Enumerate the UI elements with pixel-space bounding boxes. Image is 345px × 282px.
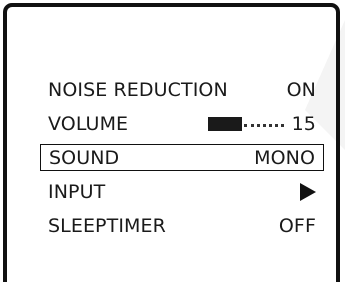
menu-item-value: ON bbox=[286, 78, 316, 101]
menu-item-label: VOLUME bbox=[48, 112, 129, 135]
menu-item-sound[interactable]: SOUND MONO bbox=[40, 144, 324, 171]
volume-level-track bbox=[243, 123, 284, 127]
menu-item-label: INPUT bbox=[48, 180, 106, 203]
volume-level-bar[interactable] bbox=[207, 116, 284, 131]
menu-item-value: OFF bbox=[278, 214, 316, 237]
menu-item-volume[interactable]: VOLUME 15 bbox=[40, 110, 324, 137]
menu-item-label: NOISE REDUCTION bbox=[48, 78, 228, 101]
volume-control[interactable]: 15 bbox=[207, 112, 324, 135]
volume-level-fill bbox=[207, 116, 242, 131]
menu-item-input[interactable]: INPUT bbox=[40, 178, 324, 205]
menu-item-value: MONO bbox=[254, 146, 315, 169]
osd-menu: NOISE REDUCTION ON VOLUME 15 SOUND MONO … bbox=[40, 76, 324, 246]
menu-item-label: SLEEPTIMER bbox=[48, 214, 166, 237]
menu-item-label: SOUND bbox=[49, 146, 120, 169]
menu-item-sleeptimer[interactable]: SLEEPTIMER OFF bbox=[40, 212, 324, 239]
menu-item-noise-reduction[interactable]: NOISE REDUCTION ON bbox=[40, 76, 324, 103]
volume-value: 15 bbox=[291, 112, 316, 135]
right-triangle-icon[interactable] bbox=[300, 182, 316, 201]
